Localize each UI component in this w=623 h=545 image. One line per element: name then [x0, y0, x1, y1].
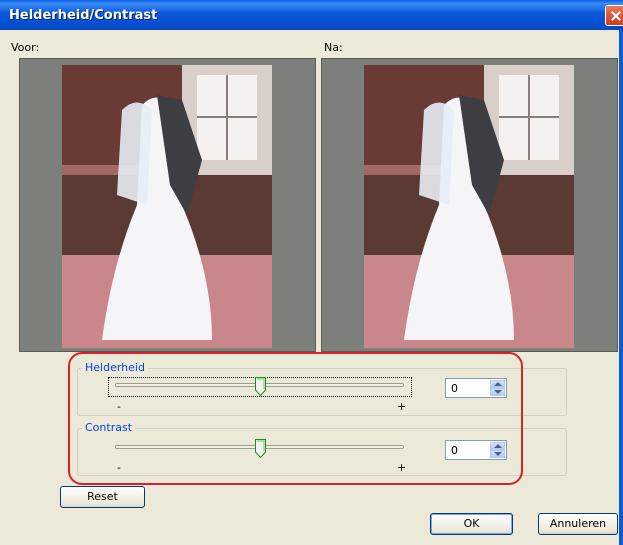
- before-label: Voor:: [11, 41, 40, 54]
- cancel-button[interactable]: Annuleren: [538, 513, 618, 535]
- before-photo: [62, 65, 272, 348]
- after-preview: [321, 58, 618, 352]
- reset-button[interactable]: Reset: [60, 486, 145, 508]
- after-label: Na:: [324, 41, 343, 54]
- window-title: Helderheid/Contrast: [9, 8, 158, 23]
- after-photo: [364, 65, 574, 348]
- close-icon[interactable]: [605, 5, 623, 26]
- highlight-annotation: [68, 352, 523, 485]
- window-frame: [619, 30, 623, 545]
- title-bar: Helderheid/Contrast: [0, 0, 623, 30]
- ok-button[interactable]: OK: [430, 513, 513, 535]
- before-preview: [19, 58, 316, 352]
